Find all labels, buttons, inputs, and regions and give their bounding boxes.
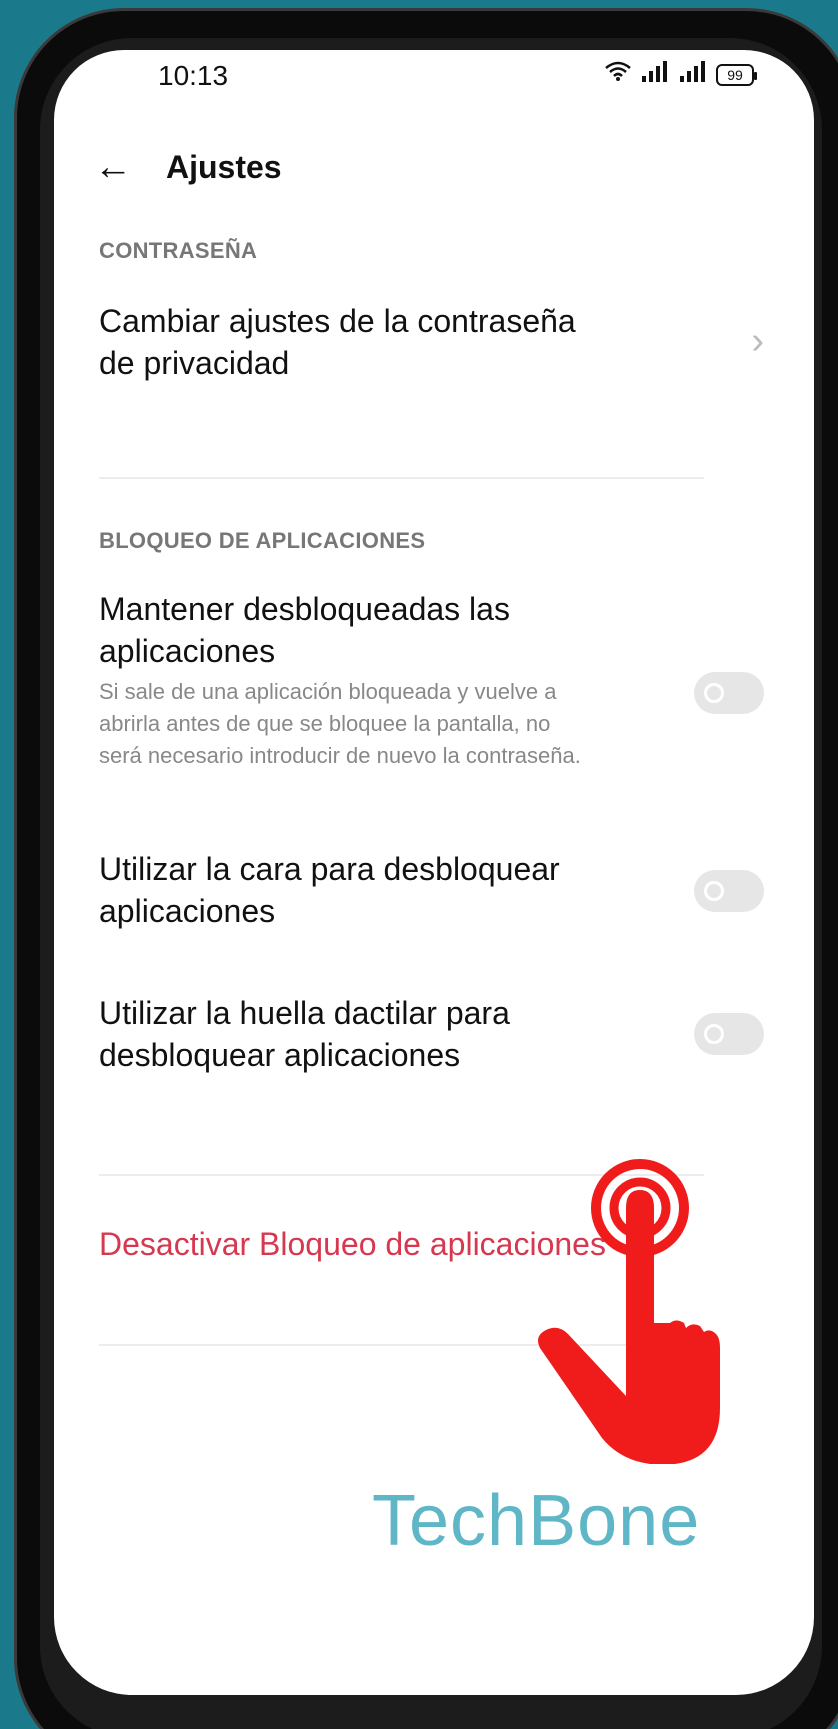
change-password-settings-item[interactable]: Cambiar ajustes de la contraseña de priv… bbox=[99, 300, 619, 384]
wifi-icon bbox=[604, 60, 632, 89]
face-unlock-toggle[interactable] bbox=[694, 870, 764, 912]
fingerprint-unlock-title: Utilizar la huella dactilar para desbloq… bbox=[99, 995, 510, 1073]
section-label-password: CONTRASEÑA bbox=[99, 238, 258, 263]
keep-apps-unlocked-description: Si sale de una aplicación bloqueada y vu… bbox=[99, 679, 581, 768]
keep-apps-unlocked-title: Mantener desbloqueadas las aplicaciones bbox=[99, 591, 510, 669]
tap-hand-icon bbox=[530, 1138, 740, 1473]
divider bbox=[99, 477, 704, 479]
section-label-app-lock: BLOQUEO DE APLICACIONES bbox=[99, 528, 426, 553]
watermark-logo: TechBone bbox=[372, 1481, 701, 1561]
signal-icon-2 bbox=[678, 60, 708, 89]
signal-icon bbox=[640, 60, 670, 89]
toggle-knob bbox=[704, 683, 724, 703]
fingerprint-unlock-toggle[interactable] bbox=[694, 1013, 764, 1055]
status-bar: 10:13 99 bbox=[54, 50, 814, 110]
header: ← Ajustes bbox=[94, 148, 282, 186]
chevron-right-icon: › bbox=[751, 320, 764, 362]
battery-icon: 99 bbox=[716, 63, 757, 86]
face-unlock-title: Utilizar la cara para desbloquear aplica… bbox=[99, 851, 560, 929]
status-time: 10:13 bbox=[158, 60, 229, 91]
toggle-knob bbox=[704, 881, 724, 901]
page-title: Ajustes bbox=[166, 148, 282, 185]
keep-apps-unlocked-toggle[interactable] bbox=[694, 672, 764, 714]
toggle-knob bbox=[704, 1024, 724, 1044]
back-arrow-icon[interactable]: ← bbox=[94, 148, 132, 186]
status-icons: 99 bbox=[604, 60, 757, 89]
